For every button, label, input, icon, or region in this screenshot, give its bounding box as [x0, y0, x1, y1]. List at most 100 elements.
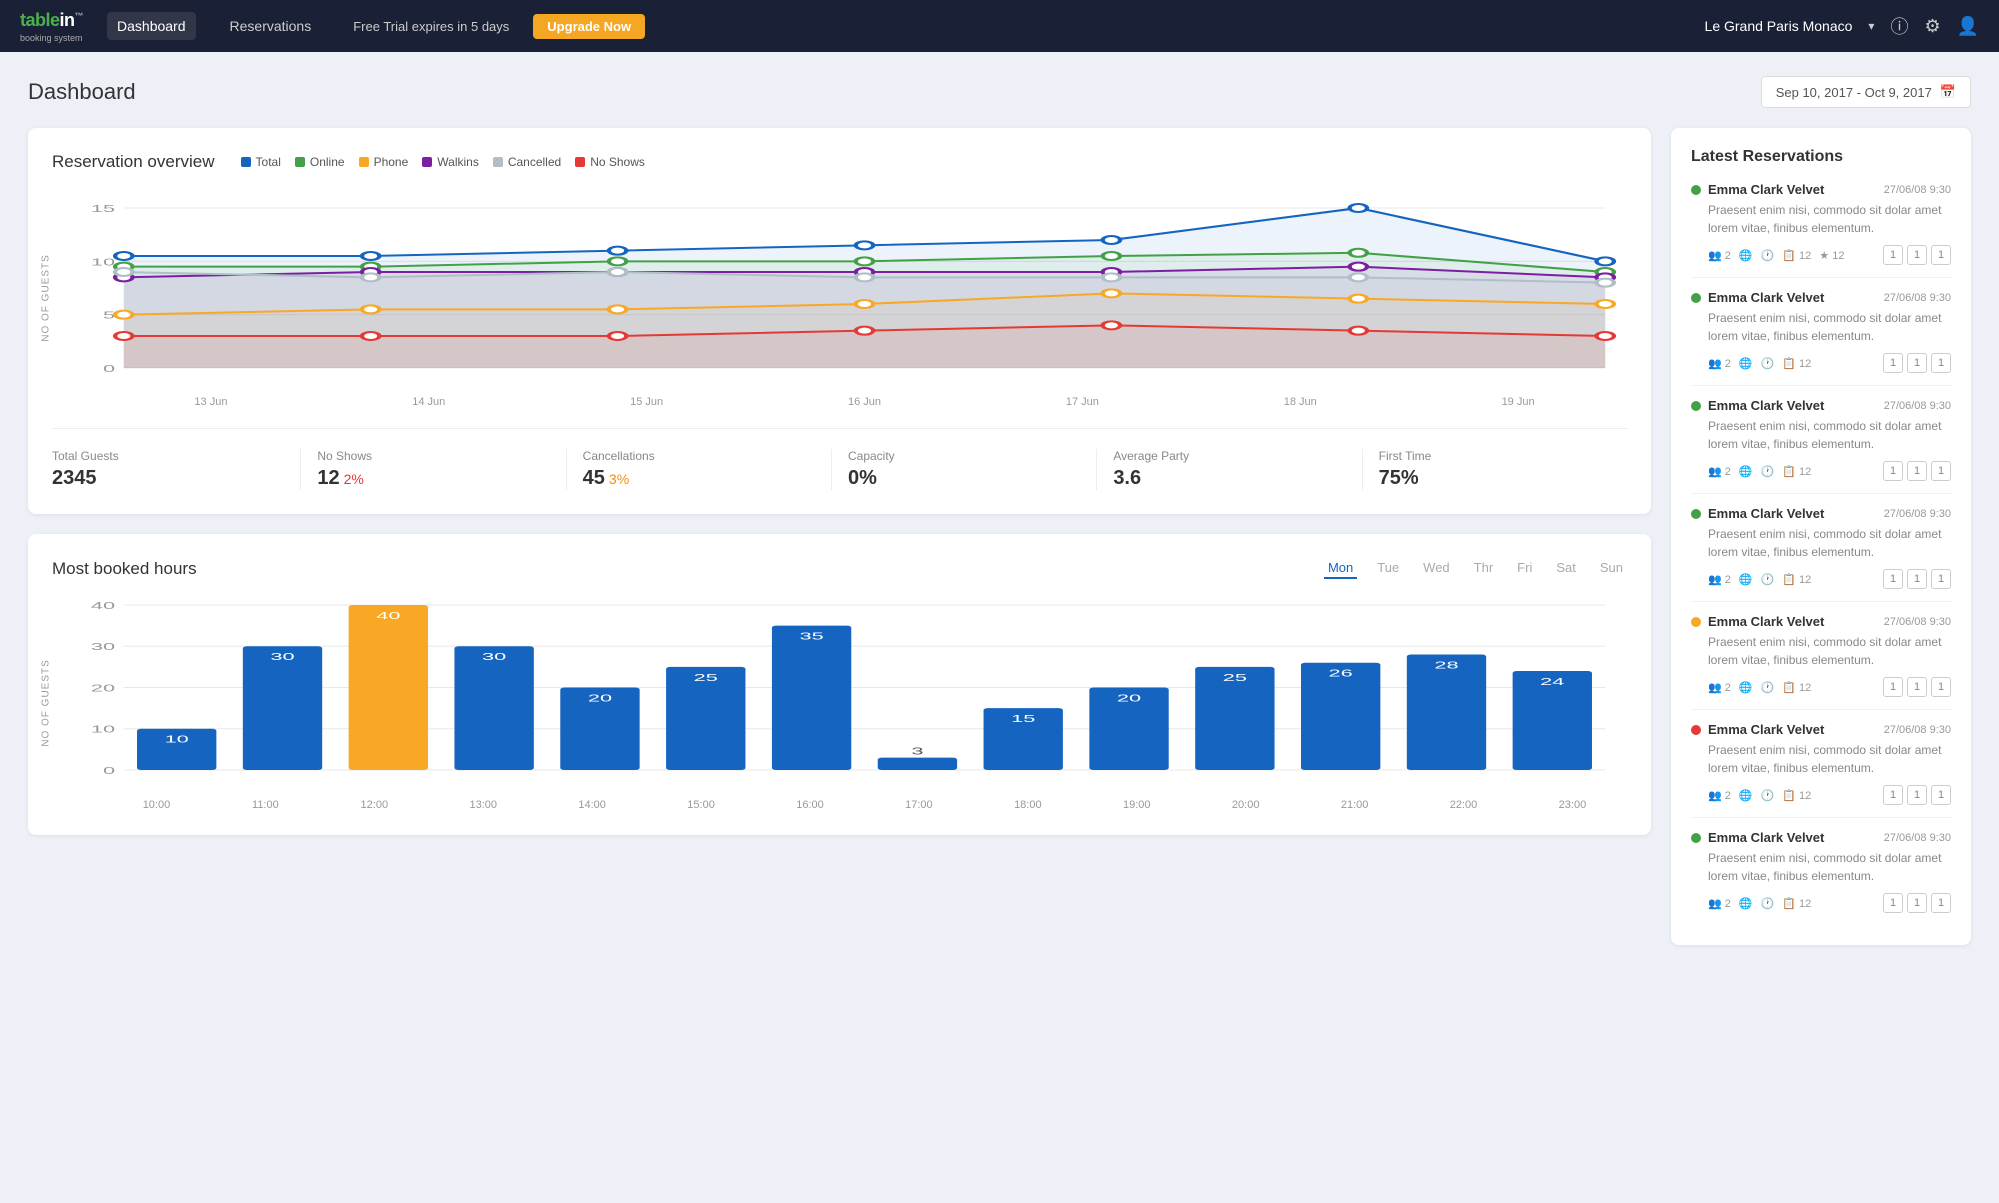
res-header: Emma Clark Velvet 27/06/08 9:30: [1691, 182, 1951, 197]
legend-dot: [422, 157, 432, 167]
svg-text:40: 40: [376, 610, 400, 621]
res-tag: 1: [1883, 785, 1903, 805]
x-axis-label: 16 Jun: [756, 396, 974, 408]
res-header: Emma Clark Velvet 27/06/08 9:30: [1691, 614, 1951, 629]
day-tab-sun[interactable]: Sun: [1596, 558, 1627, 579]
settings-icon[interactable]: ⚙: [1924, 16, 1940, 37]
bar-x-labels: 10:0011:0012:0013:0014:0015:0016:0017:00…: [102, 799, 1627, 811]
svg-text:0: 0: [103, 363, 115, 374]
res-icons-row: 👥 2 🌐 🕐 📋 12 111: [1691, 785, 1951, 805]
reservation-item[interactable]: Emma Clark Velvet 27/06/08 9:30 Praesent…: [1691, 614, 1951, 710]
reservation-item[interactable]: Emma Clark Velvet 27/06/08 9:30 Praesent…: [1691, 290, 1951, 386]
res-date: 27/06/08 9:30: [1884, 508, 1951, 520]
svg-text:3: 3: [911, 746, 923, 757]
legend-dot: [493, 157, 503, 167]
calendar-icon-item: 📋 12: [1782, 573, 1811, 586]
day-tab-fri[interactable]: Fri: [1513, 558, 1536, 579]
res-tag: 1: [1931, 569, 1951, 589]
calendar-icon-item: 📋 12: [1782, 681, 1811, 694]
res-tag: 1: [1907, 461, 1927, 481]
svg-text:0: 0: [103, 765, 115, 776]
res-tag: 1: [1907, 569, 1927, 589]
res-name-wrap: Emma Clark Velvet: [1691, 506, 1824, 521]
res-name-wrap: Emma Clark Velvet: [1691, 182, 1824, 197]
nav-reservations[interactable]: Reservations: [220, 12, 322, 40]
res-tag: 1: [1907, 245, 1927, 265]
res-tag: 1: [1907, 677, 1927, 697]
stat-item: Capacity0%: [832, 449, 1097, 490]
res-name-wrap: Emma Clark Velvet: [1691, 722, 1824, 737]
guests-icon-item: 👥 2: [1708, 897, 1731, 910]
res-name: Emma Clark Velvet: [1708, 830, 1824, 845]
reservation-item[interactable]: Emma Clark Velvet 27/06/08 9:30 Praesent…: [1691, 182, 1951, 278]
stat-label: No Shows: [317, 449, 549, 463]
legend-item-cancelled: Cancelled: [493, 155, 561, 169]
stat-value: 0%: [848, 467, 1080, 490]
x-axis-label: 13 Jun: [102, 396, 320, 408]
res-icons-row: 👥 2 🌐 🕐 📋 12 ★ 12 111: [1691, 245, 1951, 265]
bar-x-label: 18:00: [973, 799, 1082, 811]
res-date: 27/06/08 9:30: [1884, 832, 1951, 844]
globe-icon-item: 🌐: [1739, 357, 1753, 370]
calendar-icon-item: 📋 12: [1782, 357, 1811, 370]
reservation-item[interactable]: Emma Clark Velvet 27/06/08 9:30 Praesent…: [1691, 398, 1951, 494]
clock-icon-item: 🕐: [1761, 249, 1775, 262]
day-tab-mon[interactable]: Mon: [1324, 558, 1357, 579]
res-status-dot: [1691, 185, 1701, 195]
bar-x-label: 11:00: [211, 799, 320, 811]
res-date: 27/06/08 9:30: [1884, 184, 1951, 196]
stat-label: First Time: [1379, 449, 1611, 463]
chart-header: Reservation overview TotalOnlinePhoneWal…: [52, 152, 1627, 172]
stat-value: 3.6: [1113, 467, 1345, 490]
day-tab-tue[interactable]: Tue: [1373, 558, 1403, 579]
reservation-item[interactable]: Emma Clark Velvet 27/06/08 9:30 Praesent…: [1691, 830, 1951, 925]
svg-text:30: 30: [482, 651, 506, 662]
clock-icon-item: 🕐: [1761, 573, 1775, 586]
date-range-button[interactable]: Sep 10, 2017 - Oct 9, 2017 📅: [1761, 76, 1971, 108]
x-axis-label: 14 Jun: [320, 396, 538, 408]
res-tag: 1: [1883, 245, 1903, 265]
clock-icon-item: 🕐: [1761, 681, 1775, 694]
bar-x-label: 15:00: [647, 799, 756, 811]
res-description: Praesent enim nisi, commodo sit dolar am…: [1691, 849, 1951, 885]
reservation-item[interactable]: Emma Clark Velvet 27/06/08 9:30 Praesent…: [1691, 722, 1951, 818]
user-icon[interactable]: 👤: [1957, 16, 1979, 37]
calendar-icon-item: 📋 12: [1782, 249, 1811, 262]
legend-label: Cancelled: [508, 155, 561, 169]
svg-text:28: 28: [1434, 660, 1458, 671]
res-description: Praesent enim nisi, commodo sit dolar am…: [1691, 741, 1951, 777]
x-axis-label: 15 Jun: [538, 396, 756, 408]
page-title: Dashboard: [28, 79, 136, 105]
upgrade-button[interactable]: Upgrade Now: [533, 14, 645, 39]
day-tab-thr[interactable]: Thr: [1470, 558, 1498, 579]
logo-sub: booking system: [20, 33, 83, 43]
res-name-wrap: Emma Clark Velvet: [1691, 614, 1824, 629]
bar-x-label: 20:00: [1191, 799, 1300, 811]
bar-x-label: 17:00: [864, 799, 973, 811]
bar-x-label: 13:00: [429, 799, 538, 811]
reservation-item[interactable]: Emma Clark Velvet 27/06/08 9:30 Praesent…: [1691, 506, 1951, 602]
svg-text:35: 35: [799, 631, 823, 642]
stat-value: 122%: [317, 467, 549, 490]
day-tab-sat[interactable]: Sat: [1552, 558, 1580, 579]
svg-text:15: 15: [1011, 713, 1035, 724]
bar-y-axis-label: NO OF GUESTS: [40, 659, 51, 747]
day-tab-wed[interactable]: Wed: [1419, 558, 1454, 579]
res-tag: 1: [1931, 893, 1951, 913]
stat-value: 75%: [1379, 467, 1611, 490]
globe-icon-item: 🌐: [1739, 897, 1753, 910]
star-icon-item: ★ 12: [1819, 249, 1844, 262]
bar-chart-container: NO OF GUESTS 010203040103040302025353152…: [52, 595, 1627, 811]
calendar-icon-item: 📋 12: [1782, 465, 1811, 478]
bar-x-label: 12:00: [320, 799, 429, 811]
page: Dashboard Sep 10, 2017 - Oct 9, 2017 📅 R…: [0, 52, 1999, 969]
latest-reservations-title: Latest Reservations: [1691, 148, 1951, 166]
info-icon[interactable]: ⓘ: [1890, 13, 1908, 39]
legend-dot: [359, 157, 369, 167]
nav-dashboard[interactable]: Dashboard: [107, 12, 196, 40]
res-description: Praesent enim nisi, commodo sit dolar am…: [1691, 417, 1951, 453]
chart-title: Reservation overview: [52, 152, 215, 172]
svg-text:20: 20: [91, 683, 115, 694]
svg-text:10: 10: [165, 734, 189, 745]
stat-suffix: 3%: [609, 471, 629, 487]
